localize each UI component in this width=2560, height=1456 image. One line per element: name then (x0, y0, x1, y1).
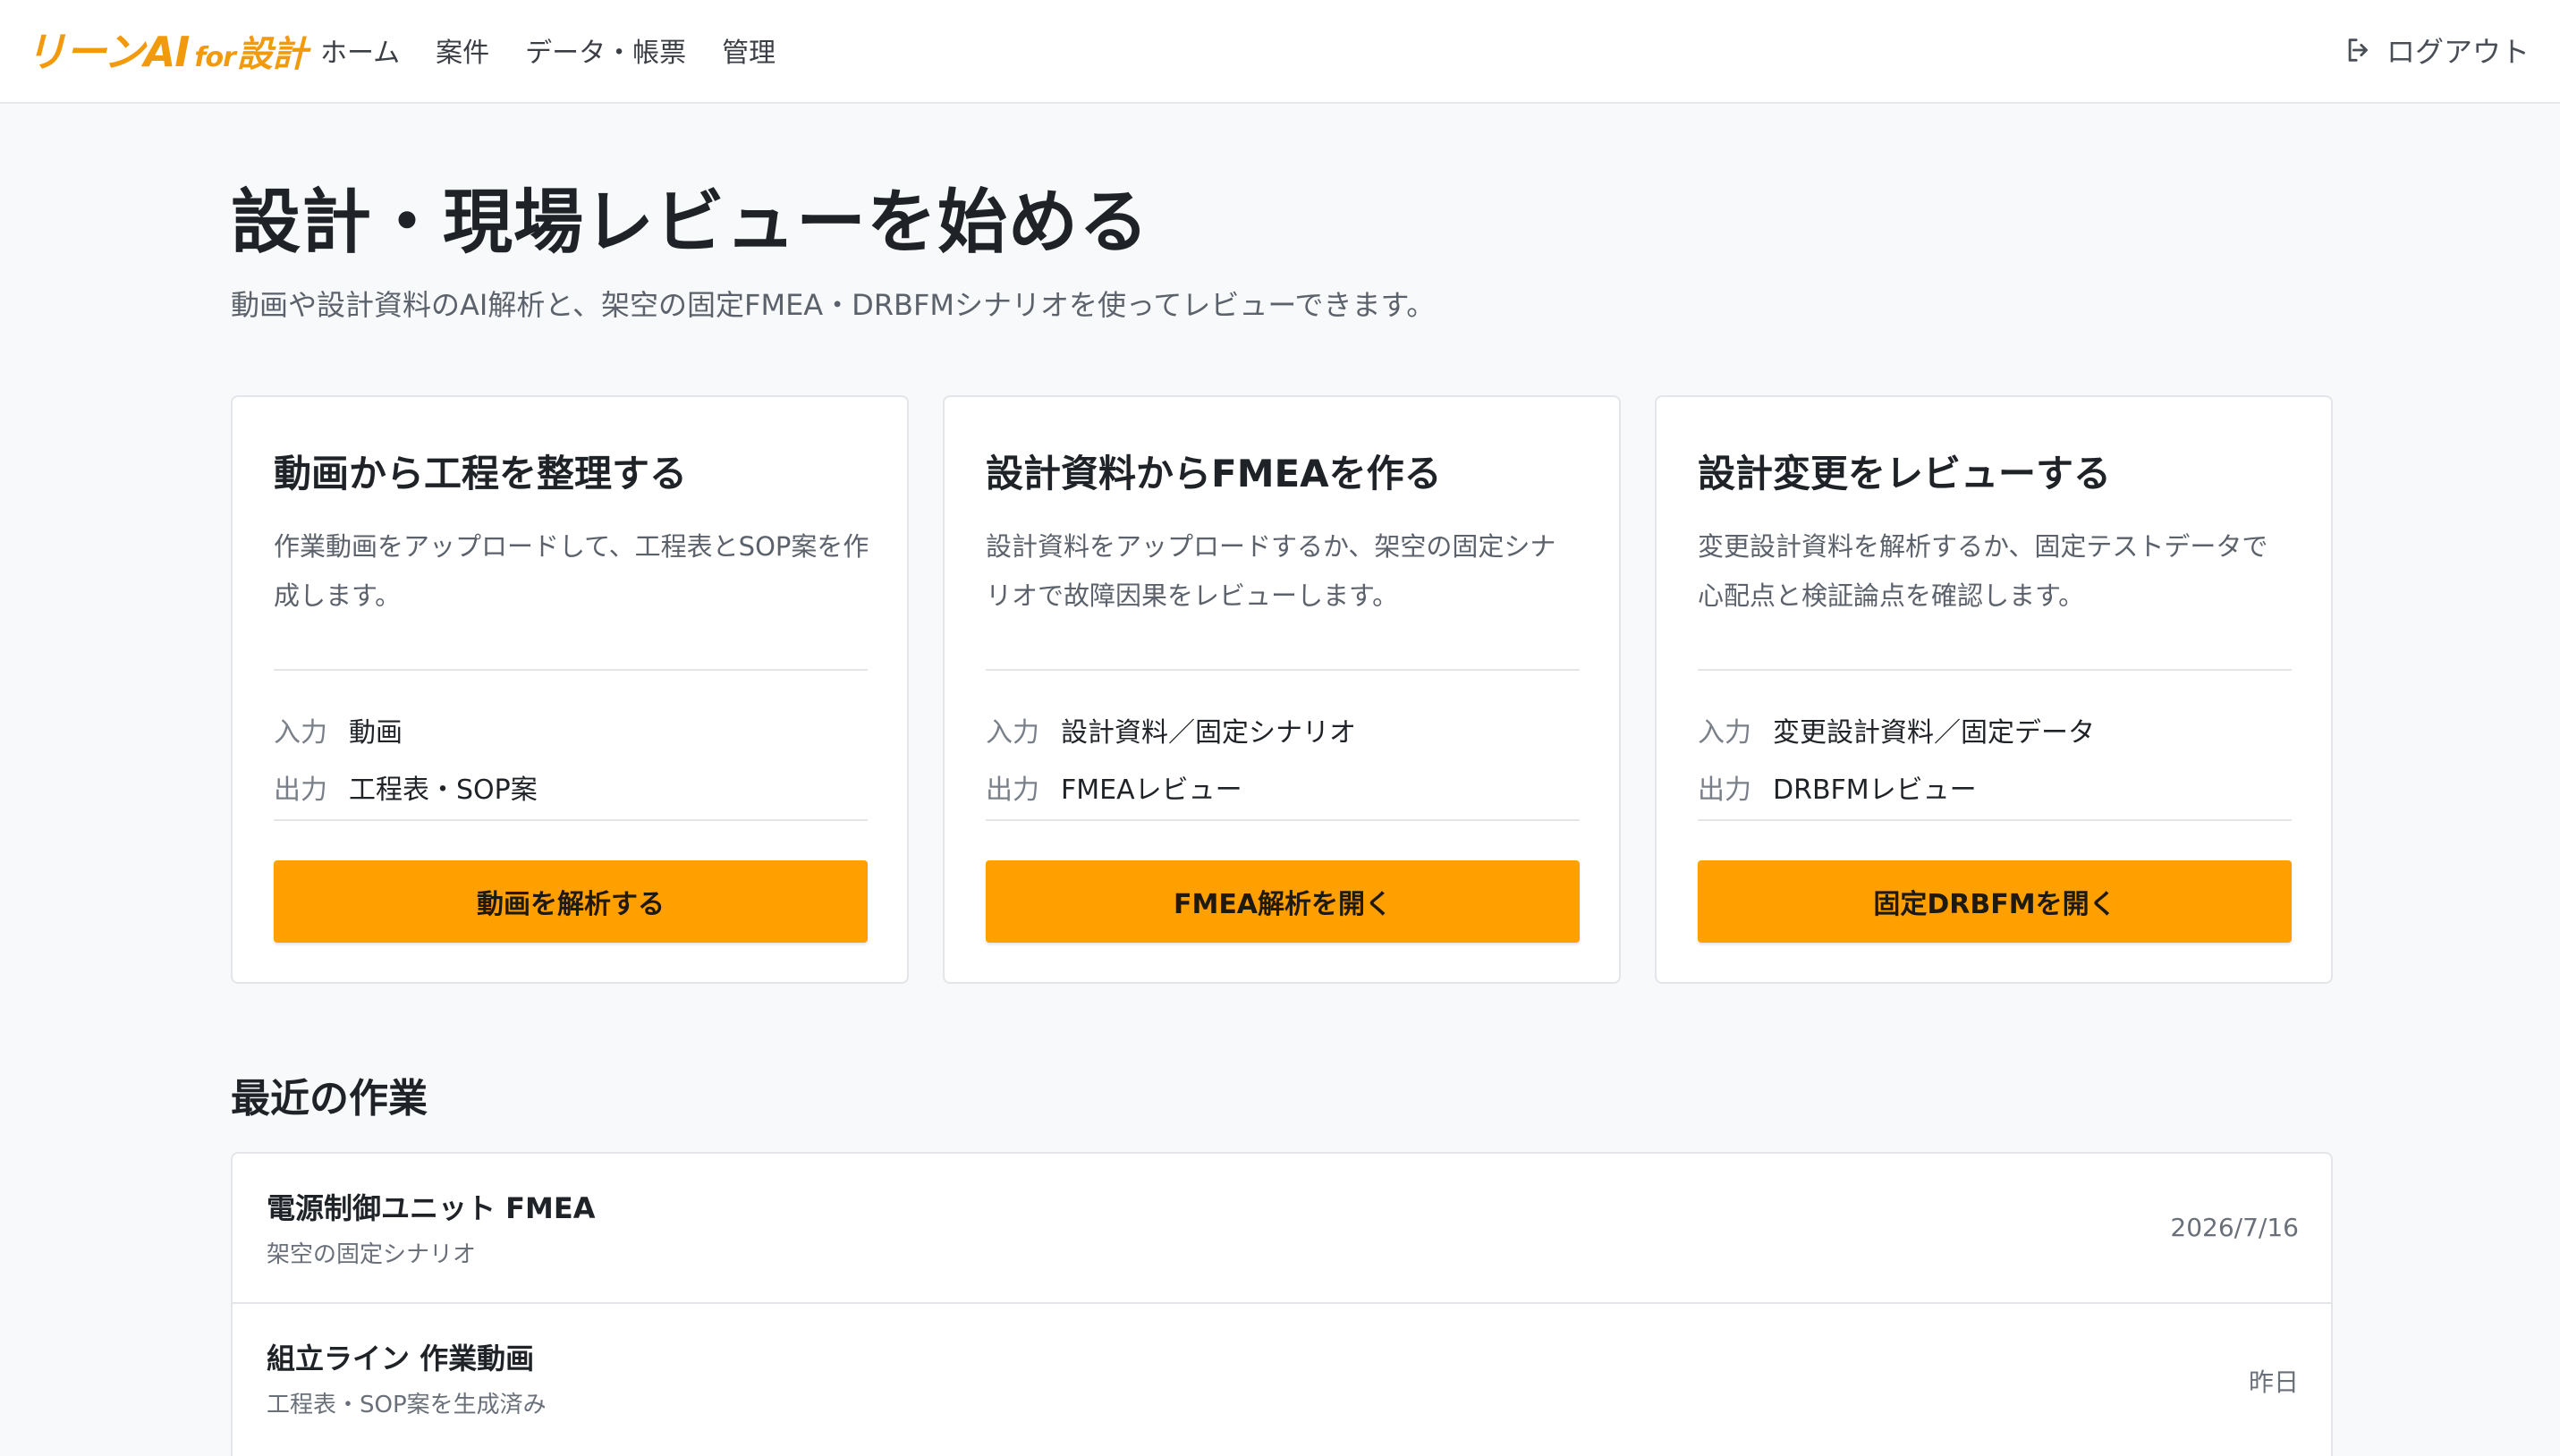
list-item-subtitle: 工程表・SOP案を生成済み (267, 1392, 547, 1418)
list-item[interactable]: 組立ライン 作業動画 工程表・SOP案を生成済み 昨日 (233, 1302, 2331, 1454)
input-value: 動画 (349, 717, 403, 749)
card-output-row: 出力 FMEAレビュー (986, 767, 1242, 807)
output-label: 出力 (274, 775, 327, 806)
card-divider (274, 819, 868, 821)
card-title: 動画から工程を整理する (274, 452, 688, 495)
card-drbfm: 設計変更をレビューする 変更設計資料を解析するか、固定テストデータで心配点と検証… (1655, 395, 2333, 984)
top-bar: リーンAI for 設計 ホーム 案件 データ・帳票 管理 ログアウト (0, 0, 2560, 104)
card-output-row: 出力 DRBFMレビュー (1698, 767, 1977, 807)
list-item[interactable]: 電源制御ユニット FMEA 架空の固定シナリオ 2026/7/16 (233, 1154, 2331, 1304)
card-description: 変更設計資料を解析するか、固定テストデータで心配点と検証論点を確認します。 (1698, 531, 2268, 611)
recent-work-heading: 最近の作業 (231, 1076, 428, 1122)
card-divider (1698, 819, 2292, 821)
list-item-date: 昨日 (2248, 1367, 2299, 1397)
page-title: 設計・現場レビューを始める (231, 182, 1150, 263)
nav-item-admin[interactable]: 管理 (722, 30, 776, 70)
card-title: 設計変更をレビューする (1698, 452, 2112, 495)
logout-icon (2348, 38, 2368, 62)
input-label: 入力 (1698, 717, 1751, 749)
card-video-process: 動画から工程を整理する 作業動画をアップロードして、工程表とSOP案を作成します… (231, 395, 909, 984)
card-description: 設計資料をアップロードするか、架空の固定シナリオで故障因果をレビューします。 (986, 531, 1556, 611)
list-item-date: 2026/7/16 (2170, 1213, 2299, 1242)
logo-text-design: 設計 (236, 34, 308, 75)
input-value: 変更設計資料／固定データ (1773, 717, 2095, 749)
recent-work-list: 電源制御ユニット FMEA 架空の固定シナリオ 2026/7/16 組立ライン … (231, 1152, 2333, 1456)
card-input-row: 入力 変更設計資料／固定データ (1698, 710, 2095, 749)
logout-label: ログアウト (2386, 35, 2530, 69)
list-item-title: 電源制御ユニット FMEA (267, 1191, 596, 1225)
main-nav: ホーム 案件 データ・帳票 管理 (320, 27, 811, 73)
card-divider (1698, 669, 2292, 671)
logout-button[interactable]: ログアウト (2344, 25, 2530, 75)
card-fmea: 設計資料からFMEAを作る 設計資料をアップロードするか、架空の固定シナリオで故… (943, 395, 1621, 984)
card-output-row: 出力 工程表・SOP案 (274, 767, 538, 807)
card-input-row: 入力 動画 (274, 710, 403, 749)
nav-item-data-reports[interactable]: データ・帳票 (525, 30, 686, 70)
output-value: 工程表・SOP案 (349, 775, 538, 806)
card-title: 設計資料からFMEAを作る (986, 452, 1442, 495)
analyze-video-button[interactable]: 動画を解析する (274, 860, 868, 943)
logo-text-for: for (194, 42, 235, 73)
output-value: FMEAレビュー (1061, 775, 1242, 806)
list-item-subtitle: 架空の固定シナリオ (267, 1241, 477, 1268)
card-divider (986, 819, 1580, 821)
card-input-row: 入力 設計資料／固定シナリオ (986, 710, 1356, 749)
open-fmea-button[interactable]: FMEA解析を開く (986, 860, 1580, 943)
list-item-title: 組立ライン 作業動画 (267, 1342, 535, 1376)
input-label: 入力 (986, 717, 1039, 749)
output-label: 出力 (986, 775, 1039, 806)
nav-item-home[interactable]: ホーム (320, 30, 400, 70)
output-label: 出力 (1698, 775, 1751, 806)
card-divider (986, 669, 1580, 671)
output-value: DRBFMレビュー (1773, 775, 1977, 806)
nav-item-projects[interactable]: 案件 (436, 30, 489, 70)
card-description: 作業動画をアップロードして、工程表とSOP案を作成します。 (274, 531, 869, 611)
card-divider (274, 669, 868, 671)
input-value: 設計資料／固定シナリオ (1061, 717, 1356, 749)
input-label: 入力 (274, 717, 327, 749)
open-drbfm-button[interactable]: 固定DRBFMを開く (1698, 860, 2292, 943)
app-logo[interactable]: リーンAI for 設計 (25, 20, 308, 82)
page-subtitle: 動画や設計資料のAI解析と、架空の固定FMEA・DRBFMシナリオを使ってレビュ… (231, 288, 1436, 322)
logo-text-main: リーンAI (25, 28, 190, 76)
